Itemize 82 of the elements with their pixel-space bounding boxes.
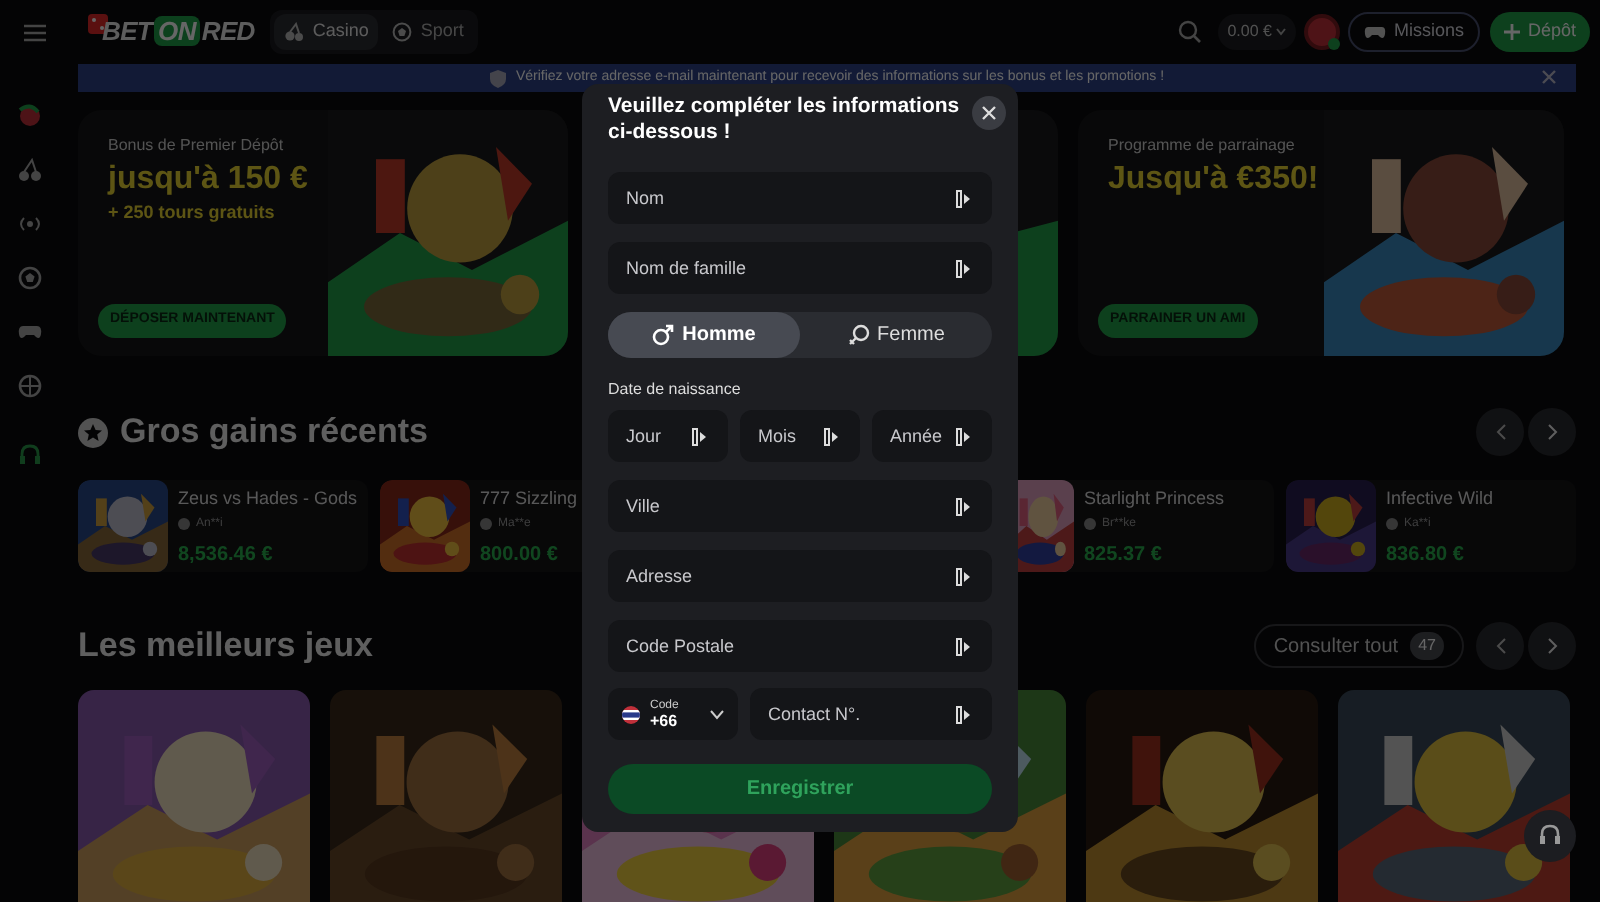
autofill-icon[interactable]: [956, 190, 972, 208]
game-title: 777 Sizzling: [480, 486, 578, 512]
win-amount: 825.37 €: [1084, 541, 1164, 569]
cherry-icon[interactable]: [17, 158, 41, 182]
cherry-icon: [284, 22, 305, 42]
next-button[interactable]: [1528, 408, 1576, 456]
date-field[interactable]: Année: [872, 410, 992, 462]
ball-icon[interactable]: [17, 266, 41, 290]
count-badge: 47: [1410, 632, 1444, 660]
shield-icon: [489, 69, 506, 87]
close-icon: [982, 106, 996, 120]
globe-icon[interactable]: [17, 374, 41, 398]
section-title: Les meilleurs jeux: [78, 624, 373, 669]
previous-button[interactable]: [1476, 408, 1524, 456]
gamepad-icon: [1363, 25, 1386, 39]
user-icon: [1084, 518, 1096, 530]
win-amount: 800.00 €: [480, 541, 560, 569]
male-symbol-icon: [652, 324, 675, 346]
chevron-right-icon: [1547, 424, 1557, 440]
promo-icon[interactable]: [17, 104, 41, 128]
text-field[interactable]: Code Postale: [608, 620, 992, 672]
banner-headline: Jusqu'à €350!: [1108, 160, 1319, 200]
close-icon[interactable]: [1542, 70, 1556, 84]
user-icon: [480, 518, 492, 530]
next-button[interactable]: [1528, 622, 1576, 670]
gamepad-icon[interactable]: [17, 320, 41, 344]
flag-icon: [622, 705, 640, 723]
game-title: Infective Wild: [1386, 486, 1494, 512]
balance-dropdown[interactable]: 0.00 €: [1217, 14, 1296, 50]
female-symbol-icon: [847, 324, 870, 346]
section-title: Gros gains récents: [120, 410, 429, 455]
autofill-icon[interactable]: [956, 706, 972, 724]
autofill-icon[interactable]: [956, 568, 972, 586]
support-icon[interactable]: [1538, 824, 1562, 848]
autofill-icon[interactable]: [956, 260, 972, 278]
autofill-icon[interactable]: [956, 498, 972, 516]
ball-icon: [392, 22, 413, 42]
phone-field[interactable]: Contact N°.: [750, 688, 992, 740]
date-field[interactable]: Jour: [608, 410, 728, 462]
code-value: +66: [650, 714, 678, 730]
nav-tab[interactable]: Casino: [274, 14, 379, 50]
chevron-left-icon: [1495, 424, 1505, 440]
user-icon: [178, 518, 190, 530]
plus-icon: [1503, 24, 1520, 40]
banner-headline: jusqu'à 150 €: [108, 160, 308, 200]
user-icon: [1386, 518, 1398, 530]
close-button[interactable]: [972, 96, 1006, 130]
banner-subtitle: Programme de parrainage: [1108, 134, 1295, 158]
dialog-title: Veuillez compléter les informations ci-dessous !: [608, 94, 960, 146]
chevron-left-icon: [1495, 638, 1505, 654]
search-icon[interactable]: [1177, 20, 1202, 44]
banner-detail: + 250 tours gratuits: [108, 200, 275, 226]
text-field[interactable]: Nom: [608, 172, 992, 224]
autofill-icon[interactable]: [692, 428, 708, 446]
chevron-right-icon: [1547, 638, 1557, 654]
nav-tab[interactable]: Sport: [382, 14, 474, 50]
autofill-icon[interactable]: [956, 638, 972, 656]
win-amount: 8,536.46 €: [178, 541, 275, 569]
game-title: Starlight Princess: [1084, 486, 1225, 512]
text-field[interactable]: Nom de famille: [608, 242, 992, 294]
view-all-button[interactable]: Consulter tout 47: [1253, 624, 1464, 668]
gender-option[interactable]: Femme: [800, 312, 992, 358]
win-amount: 836.80 €: [1386, 541, 1466, 569]
gender-option[interactable]: Homme: [608, 312, 800, 358]
caret-icon: [1275, 28, 1286, 36]
autofill-icon[interactable]: [824, 428, 840, 446]
autofill-icon[interactable]: [956, 428, 972, 446]
text-field[interactable]: Adresse: [608, 550, 992, 602]
missions-button[interactable]: Missions: [1347, 12, 1480, 52]
text-field[interactable]: Ville: [608, 480, 992, 532]
live-icon[interactable]: [17, 212, 41, 236]
date-field[interactable]: Mois: [740, 410, 860, 462]
deposit-button[interactable]: Dépôt: [1489, 12, 1590, 52]
previous-button[interactable]: [1476, 622, 1524, 670]
avatar[interactable]: [1303, 14, 1340, 50]
field-label: Date de naissance: [608, 378, 743, 402]
banner-subtitle: Bonus de Premier Dépôt: [108, 134, 284, 158]
headset-icon[interactable]: [17, 444, 41, 468]
menu-icon[interactable]: [24, 23, 46, 41]
chevron-icon: [710, 709, 724, 719]
logo-text[interactable]: BET ON RED: [102, 12, 255, 52]
game-title: Zeus vs Hades - Gods: [178, 486, 358, 512]
